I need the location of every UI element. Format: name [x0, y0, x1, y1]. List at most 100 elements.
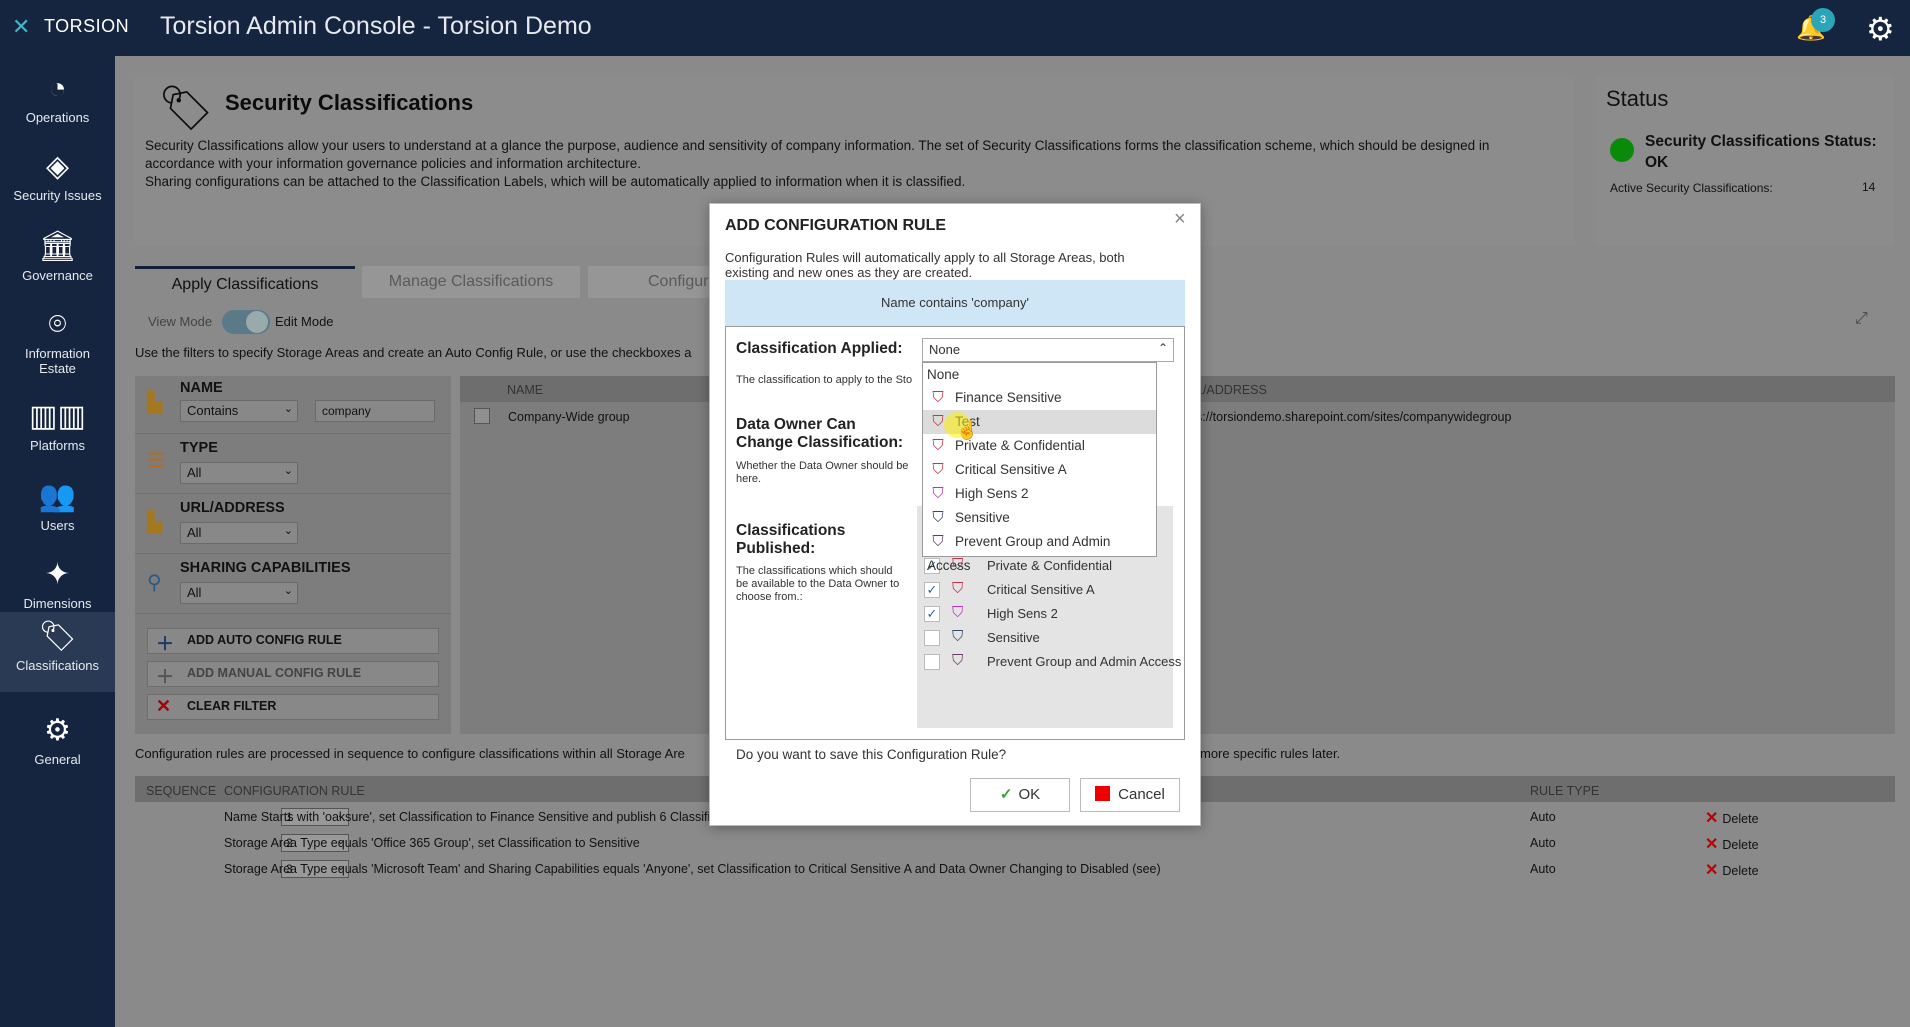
header-description-line: Sharing configurations can be attached t…: [145, 174, 966, 189]
close-icon[interactable]: ×: [1174, 208, 1186, 231]
classification-applied-label: Classification Applied:: [736, 340, 903, 357]
warning-diamond-icon: ◈: [45, 150, 70, 183]
gear-icon: ⚙: [44, 714, 71, 747]
classification-select[interactable]: None ⌃: [922, 338, 1174, 362]
url-select-value: All: [187, 525, 202, 540]
rule-type: Auto: [1530, 810, 1556, 824]
tag-icon: ⛉: [932, 437, 944, 454]
dropdown-option-sensitive[interactable]: ⛉ Sensitive: [923, 506, 1156, 530]
dropdown-option-finance-sensitive[interactable]: ⛉ Finance Sensitive: [923, 386, 1156, 410]
delete-rule-button[interactable]: ✕ Delete: [1705, 860, 1759, 880]
sidebar-item-general[interactable]: ⚙ General: [0, 706, 115, 784]
sidebar-item-label: Governance: [22, 268, 93, 283]
url-select[interactable]: All ⌄: [180, 522, 298, 544]
published-checkbox-sensitive[interactable]: [924, 630, 940, 646]
tag-icon: ⛉: [952, 652, 964, 669]
expand-icon[interactable]: ⤢: [1855, 310, 1868, 328]
sidebar-item-operations[interactable]: ◔ Operations: [0, 64, 115, 142]
sidebar: ◔ Operations ◈ Security Issues 🏛 Governance…: [0, 56, 115, 1027]
cancel-button[interactable]: Cancel: [1080, 778, 1180, 812]
tag-icon: ⛉: [932, 485, 944, 502]
sidebar-item-security-issues[interactable]: ◈ Security Issues: [0, 142, 115, 220]
mode-toggle-knob[interactable]: [246, 311, 268, 333]
tag-icon: ⛉: [932, 533, 944, 550]
status-text: Security Classifications Status: OK: [1645, 133, 1877, 171]
chevron-down-icon: ⌄: [283, 585, 293, 597]
data-owner-change-hint: Whether the Data Owner should be here.: [736, 460, 909, 485]
dropdown-option-none[interactable]: None: [923, 362, 1156, 386]
stop-icon: [1095, 786, 1111, 801]
type-filter-icon: ☰: [147, 450, 165, 472]
sidebar-item-label: Information Estate: [24, 346, 91, 376]
dimensions-icon: ✦: [44, 558, 71, 591]
plus-icon: ＋: [156, 634, 174, 654]
sequence-note: Configuration rules are processed in seq…: [135, 746, 685, 761]
sharing-select[interactable]: All ⌄: [180, 582, 298, 604]
published-label: Sensitive: [987, 630, 1040, 645]
row-checkbox[interactable]: [474, 408, 490, 424]
name-filter-input[interactable]: company: [315, 400, 435, 422]
type-select-value: All: [187, 465, 202, 480]
delete-icon: ✕: [1705, 810, 1719, 827]
name-filter-icon: ▙: [147, 392, 163, 414]
option-label: Finance Sensitive: [955, 390, 1062, 405]
delete-rule-button[interactable]: ✕ Delete: [1705, 834, 1759, 854]
chevron-down-icon: ⌄: [283, 465, 293, 477]
sidebar-item-information-estate[interactable]: ⌾ Information Estate: [0, 300, 115, 394]
chevron-down-icon: ⌄: [283, 403, 293, 415]
delete-icon: ✕: [1705, 862, 1719, 879]
rule-text: Storage Area Type equals 'Microsoft Team…: [224, 862, 1161, 876]
option-label: Sensitive: [955, 510, 1010, 525]
classification-select-value: None: [929, 342, 961, 357]
ok-button[interactable]: ✓ OK: [970, 778, 1070, 812]
sidebar-item-classifications[interactable]: 🏷 Classifications: [0, 612, 115, 692]
tag-icon: ⛉: [952, 604, 964, 621]
tab-configuration[interactable]: Configur: [588, 266, 728, 298]
sidebar-item-label: Dimensions: [23, 596, 92, 611]
tag-icon: ⛉: [932, 389, 944, 406]
sidebar-item-users[interactable]: 👥 Users: [0, 472, 115, 550]
delete-rule-button[interactable]: ✕ Delete: [1705, 808, 1759, 828]
view-mode-label: View Mode: [148, 314, 213, 329]
active-classifications-value: 14: [1862, 180, 1876, 194]
name-operator-select[interactable]: Contains ⌄: [180, 400, 298, 422]
type-select[interactable]: All ⌄: [180, 462, 298, 484]
clear-filter-button[interactable]: ✕ CLEAR FILTER: [147, 694, 439, 720]
status-title: Status: [1606, 86, 1669, 111]
dialog-description: Configuration Rules will automatically a…: [725, 250, 1125, 280]
add-manual-config-rule-button[interactable]: ＋ ADD MANUAL CONFIG RULE: [147, 661, 439, 687]
dropdown-option-high-sens-2[interactable]: ⛉ High Sens 2: [923, 482, 1156, 506]
option-label: High Sens 2: [955, 486, 1029, 501]
plus-icon: ＋: [156, 667, 174, 687]
tab-manage-classifications[interactable]: Manage Classifications: [362, 266, 580, 298]
settings-gear-icon[interactable]: ⚙: [1866, 10, 1895, 48]
delete-label: Delete: [1722, 864, 1759, 878]
tab-apply-classifications[interactable]: Apply Classifications: [135, 266, 355, 300]
dropdown-option-critical-sensitive-a[interactable]: ⛉ Critical Sensitive A: [923, 458, 1156, 482]
result-url: s://torsiondemo.sharepoint.com/sites/com…: [1196, 410, 1512, 424]
sharing-filter-label: SHARING CAPABILITIES: [180, 560, 351, 576]
data-owner-change-label: Data Owner Can Change Classification:: [736, 416, 904, 451]
tag-icon: ⛉: [952, 628, 964, 645]
published-label: Private & Confidential: [987, 558, 1113, 573]
sidebar-item-platforms[interactable]: ▥▥ Platforms: [0, 392, 115, 470]
users-icon: 👥: [38, 480, 77, 513]
check-icon: ✓: [999, 786, 1013, 803]
published-checkbox-prevent-group[interactable]: [924, 654, 940, 670]
active-classifications-label: Active Security Classifications:: [1610, 181, 1773, 195]
add-auto-config-rule-button[interactable]: ＋ ADD AUTO CONFIG RULE: [147, 628, 439, 654]
sidebar-item-governance[interactable]: 🏛 Governance: [0, 222, 115, 300]
header-description-line: Security Classifications allow your user…: [145, 138, 1490, 153]
published-checkbox-critical-sensitive-a[interactable]: ✓: [924, 582, 940, 598]
close-icon: ✕: [156, 696, 172, 716]
classifications-published-hint: The classifications which should be avai…: [736, 565, 900, 603]
filter-hint: Use the filters to specify Storage Areas…: [135, 345, 692, 360]
results-header-name: NAME: [507, 383, 544, 397]
platforms-icon: ▥▥: [29, 400, 86, 433]
rule-type: Auto: [1530, 862, 1556, 876]
dropdown-option-prevent-group[interactable]: ⛉ Prevent Group and Admin Access: [923, 530, 1156, 573]
sharing-filter-icon: ⚲: [147, 572, 162, 594]
published-checkbox-high-sens-2[interactable]: ✓: [924, 606, 940, 622]
option-label: Critical Sensitive A: [955, 462, 1067, 477]
rules-header-sequence: SEQUENCE: [146, 784, 217, 798]
